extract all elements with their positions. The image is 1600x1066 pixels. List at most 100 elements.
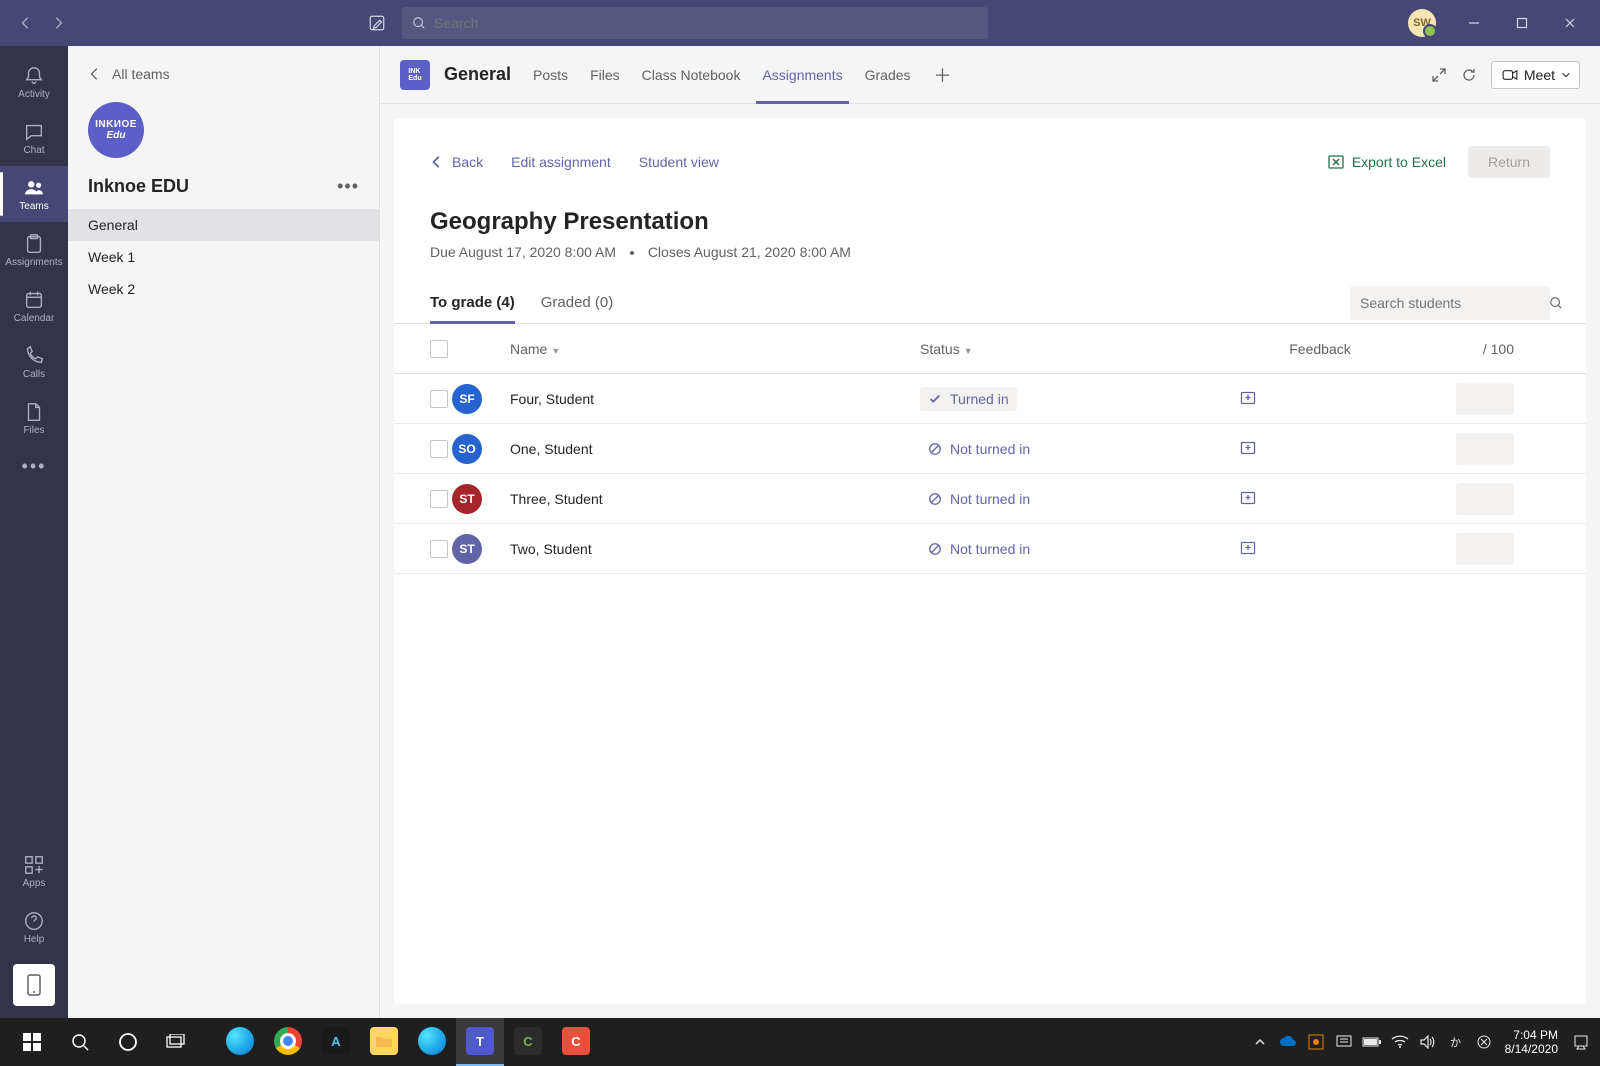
student-avatar: SO	[452, 434, 482, 464]
grade-input[interactable]	[1456, 383, 1514, 415]
grade-input[interactable]	[1456, 533, 1514, 565]
nav-forward-button[interactable]	[44, 9, 72, 37]
compose-button[interactable]	[362, 8, 392, 38]
tray-onedrive-icon[interactable]	[1277, 1031, 1299, 1053]
taskbar-app-edge[interactable]	[216, 1018, 264, 1066]
select-all-checkbox[interactable]	[430, 340, 448, 358]
start-button[interactable]	[8, 1018, 56, 1066]
nav-back-button[interactable]	[12, 9, 40, 37]
table-row[interactable]: SFFour, StudentTurned in	[394, 374, 1586, 424]
status-link[interactable]: Turned in	[920, 387, 1017, 411]
tray-ime-icon[interactable]	[1473, 1031, 1495, 1053]
tray-input-icon[interactable]	[1333, 1031, 1355, 1053]
rail-teams[interactable]: Teams	[0, 166, 68, 222]
status-link[interactable]: Not turned in	[920, 437, 1038, 461]
back-button[interactable]: Back	[430, 154, 483, 170]
tray-update-icon[interactable]	[1305, 1031, 1327, 1053]
meet-label: Meet	[1524, 67, 1555, 83]
tray-battery-icon[interactable]	[1361, 1031, 1383, 1053]
taskbar-app-explorer[interactable]	[360, 1018, 408, 1066]
due-text: Due August 17, 2020 8:00 AM	[430, 244, 616, 260]
add-feedback-button[interactable]	[1240, 491, 1400, 507]
tab-grades[interactable]: Grades	[861, 46, 915, 104]
window-close-button[interactable]	[1548, 8, 1592, 38]
tab-graded[interactable]: Graded (0)	[541, 282, 614, 323]
tab-to-grade[interactable]: To grade (4)	[430, 282, 515, 323]
rail-mobile-button[interactable]	[13, 964, 55, 1006]
taskbar-app-a[interactable]: A	[312, 1018, 360, 1066]
tray-wifi-icon[interactable]	[1389, 1031, 1411, 1053]
user-avatar[interactable]: SW	[1408, 9, 1436, 37]
tray-language-icon[interactable]: か	[1445, 1031, 1467, 1053]
team-avatar[interactable]: INKИOE Edu	[88, 102, 144, 158]
assignment-meta: Due August 17, 2020 8:00 AM Closes Augus…	[394, 240, 1586, 282]
all-teams-link[interactable]: All teams	[68, 46, 379, 92]
search-input[interactable]	[434, 15, 978, 31]
col-status[interactable]: Status▼	[920, 341, 1240, 357]
tray-chevron-up-icon[interactable]	[1249, 1031, 1271, 1053]
search-box[interactable]	[402, 7, 988, 39]
rail-label: Activity	[18, 89, 50, 100]
table-row[interactable]: STTwo, StudentNot turned in	[394, 524, 1586, 574]
return-button: Return	[1468, 146, 1550, 178]
table-row[interactable]: STThree, StudentNot turned in	[394, 474, 1586, 524]
channel-general[interactable]: General	[68, 209, 379, 241]
rail-help[interactable]: Help	[0, 902, 68, 952]
export-excel-button[interactable]: Export to Excel	[1328, 154, 1446, 170]
student-view-link[interactable]: Student view	[639, 154, 719, 170]
rail-calls[interactable]: Calls	[0, 334, 68, 390]
add-tab-button[interactable]: ＋	[929, 62, 957, 88]
rail-files[interactable]: Files	[0, 390, 68, 446]
add-feedback-button[interactable]	[1240, 541, 1400, 557]
add-feedback-button[interactable]	[1240, 391, 1400, 407]
clock-time: 7:04 PM	[1505, 1028, 1558, 1042]
channel-week2[interactable]: Week 2	[68, 273, 379, 305]
edit-assignment-link[interactable]: Edit assignment	[511, 154, 611, 170]
window-maximize-button[interactable]	[1500, 8, 1544, 38]
closes-text: Closes August 21, 2020 8:00 AM	[648, 244, 851, 260]
cortana-button[interactable]	[104, 1018, 152, 1066]
grade-input[interactable]	[1456, 433, 1514, 465]
status-link[interactable]: Not turned in	[920, 537, 1038, 561]
row-checkbox[interactable]	[430, 490, 448, 508]
tab-assignments[interactable]: Assignments	[758, 46, 846, 104]
search-students-input[interactable]	[1360, 295, 1541, 311]
team-more-button[interactable]: •••	[337, 176, 359, 197]
tray-notifications-icon[interactable]	[1570, 1031, 1592, 1053]
add-feedback-button[interactable]	[1240, 441, 1400, 457]
window-minimize-button[interactable]	[1452, 8, 1496, 38]
tab-files[interactable]: Files	[586, 46, 624, 104]
status-link[interactable]: Not turned in	[920, 487, 1038, 511]
task-view-button[interactable]	[152, 1018, 200, 1066]
col-name[interactable]: Name▼	[510, 341, 920, 357]
rail-assignments[interactable]: Assignments	[0, 222, 68, 278]
channel-week1[interactable]: Week 1	[68, 241, 379, 273]
reload-icon[interactable]	[1461, 67, 1477, 83]
row-checkbox[interactable]	[430, 390, 448, 408]
table-row[interactable]: SOOne, StudentNot turned in	[394, 424, 1586, 474]
taskbar-search[interactable]	[56, 1018, 104, 1066]
grade-input[interactable]	[1456, 483, 1514, 515]
rail-label: Calendar	[14, 313, 55, 324]
row-checkbox[interactable]	[430, 440, 448, 458]
search-students[interactable]	[1350, 286, 1550, 320]
expand-icon[interactable]	[1431, 67, 1447, 83]
rail-more[interactable]: •••	[0, 446, 68, 486]
rail-calendar[interactable]: Calendar	[0, 278, 68, 334]
rail-chat[interactable]: Chat	[0, 110, 68, 166]
tray-volume-icon[interactable]	[1417, 1031, 1439, 1053]
taskbar-app-chrome[interactable]	[264, 1018, 312, 1066]
taskbar-app-edge2[interactable]	[408, 1018, 456, 1066]
tab-class-notebook[interactable]: Class Notebook	[638, 46, 745, 104]
rail-apps[interactable]: Apps	[0, 846, 68, 896]
tab-posts[interactable]: Posts	[529, 46, 572, 104]
taskbar-app-snagit[interactable]: C	[552, 1018, 600, 1066]
assignment-card: Back Edit assignment Student view Export…	[394, 118, 1586, 1004]
row-checkbox[interactable]	[430, 540, 448, 558]
taskbar-app-camtasia[interactable]: C	[504, 1018, 552, 1066]
rail-activity[interactable]: Activity	[0, 54, 68, 110]
chevron-left-icon	[430, 155, 444, 169]
taskbar-app-teams[interactable]: T	[456, 1018, 504, 1066]
taskbar-clock[interactable]: 7:04 PM 8/14/2020	[1505, 1028, 1558, 1057]
meet-button[interactable]: Meet	[1491, 61, 1580, 89]
